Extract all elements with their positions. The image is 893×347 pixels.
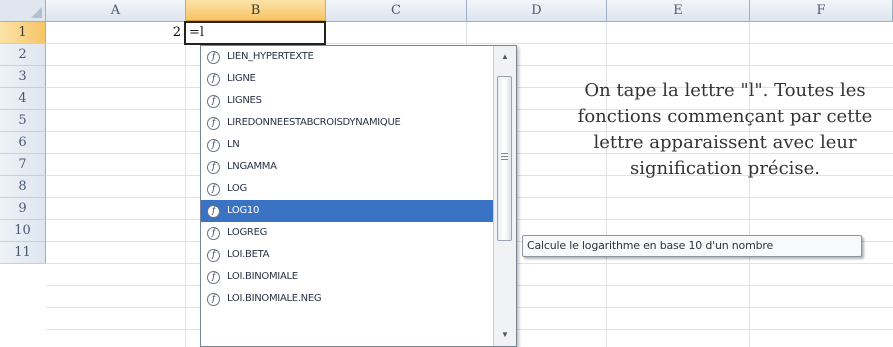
- autocomplete-item-label: LOI.BINOMIALE.NEG: [227, 293, 322, 304]
- autocomplete-item-label: LOG10: [227, 205, 260, 216]
- column-header-b[interactable]: B: [186, 0, 326, 22]
- autocomplete-item[interactable]: f LIEN_HYPERTEXTE: [201, 46, 493, 68]
- autocomplete-item-label: LOG: [227, 183, 247, 194]
- row-header-3[interactable]: 3: [0, 66, 46, 88]
- autocomplete-item[interactable]: f LOG: [201, 178, 493, 200]
- autocomplete-item[interactable]: f LIGNE: [201, 68, 493, 90]
- autocomplete-item[interactable]: f LNGAMMA: [201, 156, 493, 178]
- row-header-6[interactable]: 6: [0, 132, 46, 154]
- function-icon: f: [207, 161, 220, 174]
- column-header-f[interactable]: F: [750, 0, 893, 22]
- autocomplete-item-label: LOI.BETA: [227, 249, 270, 260]
- autocomplete-item-label: LIGNE: [227, 73, 256, 84]
- function-tooltip: Calcule le logarithme en base 10 d'un no…: [522, 235, 862, 257]
- cell-b1-editing[interactable]: =l: [184, 21, 326, 45]
- row-header-5[interactable]: 5: [0, 110, 46, 132]
- function-icon: f: [207, 271, 220, 284]
- autocomplete-item-label: LOGREG: [227, 227, 268, 238]
- autocomplete-item[interactable]: f LOI.BINOMIALE.NEG: [201, 288, 493, 310]
- autocomplete-item[interactable]: f LOI.BINOMIALE: [201, 266, 493, 288]
- autocomplete-item-selected[interactable]: f LOG10: [201, 200, 493, 222]
- row-header-1[interactable]: 1: [0, 22, 46, 44]
- function-icon: f: [207, 139, 220, 152]
- column-header-e[interactable]: E: [607, 0, 750, 22]
- row-header-10[interactable]: 10: [0, 220, 46, 242]
- function-icon: f: [207, 293, 220, 306]
- autocomplete-item-label: LN: [227, 139, 240, 150]
- row-header-2[interactable]: 2: [0, 44, 46, 66]
- thumb-grip-icon: [501, 153, 508, 154]
- autocomplete-item-label: LIGNES: [227, 95, 262, 106]
- row-header-9[interactable]: 9: [0, 198, 46, 220]
- function-icon: f: [207, 117, 220, 130]
- function-icon: f: [207, 249, 220, 262]
- autocomplete-item-label: LIREDONNEESTABCROISDYNAMIQUE: [227, 117, 401, 128]
- column-header-c[interactable]: C: [326, 0, 467, 22]
- select-all-triangle-icon: [31, 7, 42, 18]
- dropdown-scrollbar[interactable]: ▲ ▼: [493, 46, 516, 346]
- autocomplete-item-label: LIEN_HYPERTEXTE: [227, 51, 314, 62]
- function-icon: f: [207, 183, 220, 196]
- thumb-grip-icon: [501, 156, 508, 157]
- row-header-8[interactable]: 8: [0, 176, 46, 198]
- column-header-a[interactable]: A: [46, 0, 186, 22]
- annotation-text: On tape la lettre "l". Toutes les foncti…: [577, 80, 873, 179]
- autocomplete-item[interactable]: f LOI.BETA: [201, 244, 493, 266]
- scroll-down-icon[interactable]: ▼: [496, 326, 514, 344]
- function-icon: f: [207, 73, 220, 86]
- autocomplete-item-label: LOI.BINOMIALE: [227, 271, 298, 282]
- function-icon: f: [207, 205, 220, 218]
- spreadsheet: A B C D E F 1 2 3 4 5 6 7 8 9 10 11 2 =l…: [0, 0, 893, 347]
- scrollbar-thumb[interactable]: [497, 76, 512, 241]
- cell-a1[interactable]: 2: [46, 22, 186, 44]
- column-header-d[interactable]: D: [467, 0, 607, 22]
- autocomplete-item[interactable]: f LOGREG: [201, 222, 493, 244]
- function-icon: f: [207, 95, 220, 108]
- autocomplete-dropdown[interactable]: f LIEN_HYPERTEXTE f LIGNE f LIGNES f LIREDON…: [200, 45, 517, 347]
- autocomplete-item[interactable]: f LIGNES: [201, 90, 493, 112]
- row-header-4[interactable]: 4: [0, 88, 46, 110]
- function-icon: f: [207, 51, 220, 64]
- row-header-11[interactable]: 11: [0, 242, 46, 264]
- autocomplete-item-label: LNGAMMA: [227, 161, 277, 172]
- function-icon: f: [207, 227, 220, 240]
- scroll-up-icon[interactable]: ▲: [496, 48, 514, 66]
- thumb-grip-icon: [501, 159, 508, 160]
- row-header-7[interactable]: 7: [0, 154, 46, 176]
- select-all-corner[interactable]: [0, 0, 46, 22]
- autocomplete-item[interactable]: f LN: [201, 134, 493, 156]
- autocomplete-item[interactable]: f LIREDONNEESTABCROISDYNAMIQUE: [201, 112, 493, 134]
